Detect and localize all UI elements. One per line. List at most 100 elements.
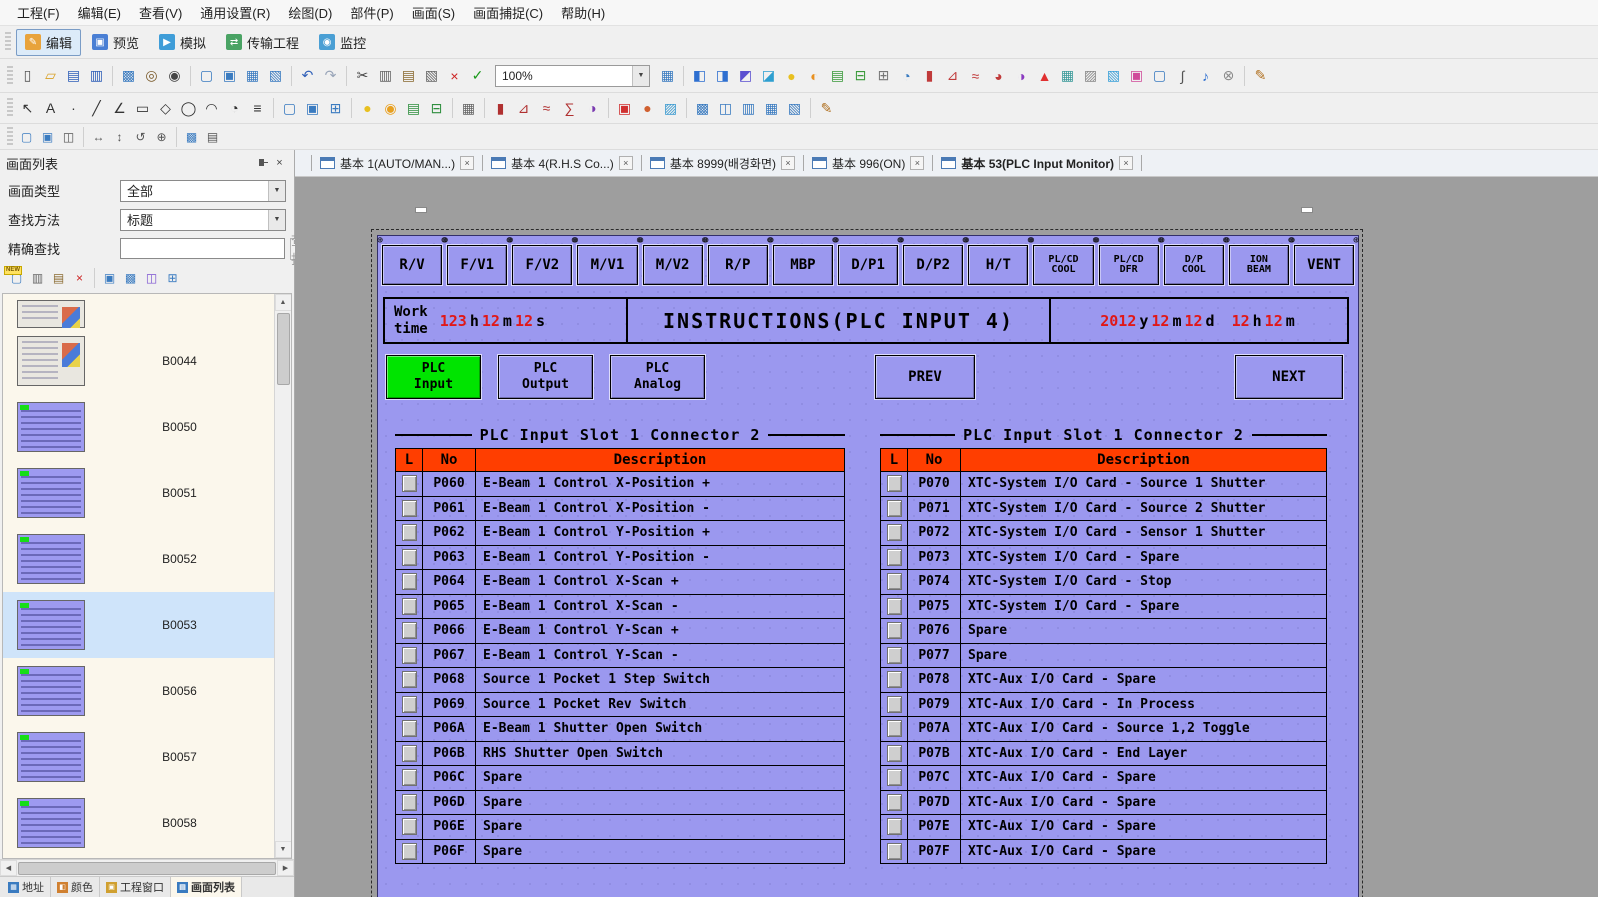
lamp-button[interactable] [402,647,417,664]
special-pen-icon[interactable]: ✎ [815,97,838,120]
gauge-icon[interactable]: ◑ [581,97,604,120]
close-tab-icon[interactable]: × [460,156,474,170]
pie-icon[interactable]: ◔ [223,97,246,120]
delete-screen-icon[interactable]: × [69,268,90,289]
close-tab-icon[interactable]: × [619,156,633,170]
bottom-tab-screen-list[interactable]: ▤画面列表 [171,877,242,897]
lamp-button[interactable] [887,671,902,688]
paste-screen-icon[interactable]: ▤ [48,268,69,289]
close-screen-icon[interactable]: ▦ [241,64,264,87]
part-window-icon[interactable]: ▩ [691,97,714,120]
lamp-button[interactable] [402,720,417,737]
menu-edit[interactable]: 编辑(E) [69,0,130,25]
chevron-down-icon[interactable]: ▼ [268,210,285,230]
close-tab-icon[interactable]: × [1119,156,1133,170]
anchor-handle-icon[interactable]: ⊕ [963,236,969,246]
switch-part-icon[interactable]: ▣ [613,97,636,120]
lamp-button[interactable] [402,745,417,762]
scroll-right-icon[interactable]: ▶ [277,860,294,876]
duplicate-screen-icon[interactable]: ▩ [120,268,141,289]
scroll-down-icon[interactable]: ▼ [275,841,292,858]
anchor-handle-icon[interactable]: ⊕ [833,236,839,246]
hmi-top-button[interactable]: D/P COOL⊕⊕ [1164,245,1224,285]
line-chart-icon[interactable]: ⊿ [512,97,535,120]
lamp-button[interactable] [887,769,902,786]
lamp-button[interactable] [402,818,417,835]
polyline-icon[interactable]: ∠ [108,97,131,120]
lamp-button[interactable] [887,524,902,541]
lamp-button[interactable] [887,745,902,762]
bar-chart-icon[interactable]: ▮ [489,97,512,120]
arc-icon[interactable]: ◠ [200,97,223,120]
screen-list-item[interactable]: B0052 [3,526,274,592]
search-input[interactable] [120,238,285,259]
rectangle-icon[interactable]: ▭ [131,97,154,120]
open-screen-icon[interactable]: ▣ [218,64,241,87]
screen-list-item[interactable]: B0053 [3,592,274,658]
hmi-top-button[interactable]: M/V2⊕⊕ [643,245,703,285]
selection-handle[interactable] [1301,207,1313,213]
lamp-button[interactable] [402,549,417,566]
lamp-icon[interactable]: ● [356,97,379,120]
hmi-top-button[interactable]: PL/CD COOL⊕⊕ [1033,245,1093,285]
lamp-button[interactable] [402,475,417,492]
line-icon[interactable]: ╱ [85,97,108,120]
mode-preview-button[interactable]: ▣预览 [83,29,148,56]
script-icon[interactable]: ∫ [1171,64,1194,87]
selector-switch-icon[interactable]: ◪ [757,64,780,87]
scroll-left-icon[interactable]: ◀ [0,860,17,876]
select-icon[interactable]: ↖ [16,97,39,120]
vertical-scrollbar[interactable]: ▲ ▼ [274,294,291,858]
duplicate-icon[interactable]: ▧ [420,64,443,87]
lamp-button[interactable] [402,843,417,860]
pin-panel-button[interactable] [254,155,271,172]
anchor-handle-icon[interactable]: ⊕ [1353,236,1359,246]
screen-list-item[interactable]: B0057 [3,724,274,790]
copy-screen-icon[interactable]: ▥ [27,268,48,289]
hmi-top-button[interactable]: H/T⊕⊕ [968,245,1028,285]
hmi-top-button[interactable]: F/V2⊕⊕ [512,245,572,285]
document-tab-base-4[interactable]: 基本 4(R.H.S Co...)× [487,152,637,175]
capture-icon[interactable]: ◉ [163,64,186,87]
lamp-button[interactable] [887,622,902,639]
lamp-button[interactable] [402,573,417,590]
screen-list-item[interactable]: B0050 [3,394,274,460]
preview-screen-icon[interactable]: ▣ [99,268,120,289]
horizontal-scrollbar[interactable]: ◀ ▶ [0,859,294,876]
bit-lamp-icon[interactable]: ● [780,64,803,87]
base-window-icon[interactable]: ▢ [278,97,301,120]
menu-screen-capture[interactable]: 画面捕捉(C) [464,0,552,25]
delete-icon[interactable]: × [443,64,466,87]
file-manager-icon[interactable]: ▨ [1079,64,1102,87]
menu-screen[interactable]: 画面(S) [403,0,464,25]
menu-help[interactable]: 帮助(H) [552,0,614,25]
lamp-button[interactable] [887,500,902,517]
screen-list-item[interactable]: B0044 [3,328,274,394]
draw-pen-icon[interactable]: ✎ [1249,64,1272,87]
lamp-button[interactable] [402,696,417,713]
bottom-tab-project-window[interactable]: ▣工程窗口 [100,877,171,897]
anchor-handle-icon[interactable]: ⊕ [638,236,644,246]
popup-window-icon[interactable]: ▣ [301,97,324,120]
close-project-icon[interactable]: ▥ [85,64,108,87]
anchor-handle-icon[interactable]: ⊕ [1289,236,1295,246]
picture-display-icon[interactable]: ▧ [1102,64,1125,87]
rotate-icon[interactable]: ↺ [130,126,151,147]
bottom-tab-address[interactable]: ▦地址 [2,877,51,897]
hmi-top-button[interactable]: VENT⊕⊕ [1294,245,1354,285]
menu-project[interactable]: 工程(F) [8,0,69,25]
bar-graph-icon[interactable]: ▮ [918,64,941,87]
message-display-icon[interactable]: ▤ [826,64,849,87]
part-keypad-icon[interactable]: ◫ [714,97,737,120]
function-switch-icon[interactable]: ◩ [734,64,757,87]
part-view-icon[interactable]: ▧ [783,97,806,120]
copy-icon[interactable]: ▥ [374,64,397,87]
search-method-select[interactable]: 标题 ▼ [120,209,286,231]
onscreen-keypad-icon[interactable]: ▦ [457,97,480,120]
new-project-icon[interactable]: ▯ [16,64,39,87]
menu-parts[interactable]: 部件(P) [341,0,402,25]
partial-screen-item[interactable] [3,294,274,328]
mode-monitor-button[interactable]: ◉监控 [310,29,375,56]
data-display-icon[interactable]: ⊟ [849,64,872,87]
hmi-top-button[interactable]: PL/CD DFR⊕⊕ [1099,245,1159,285]
